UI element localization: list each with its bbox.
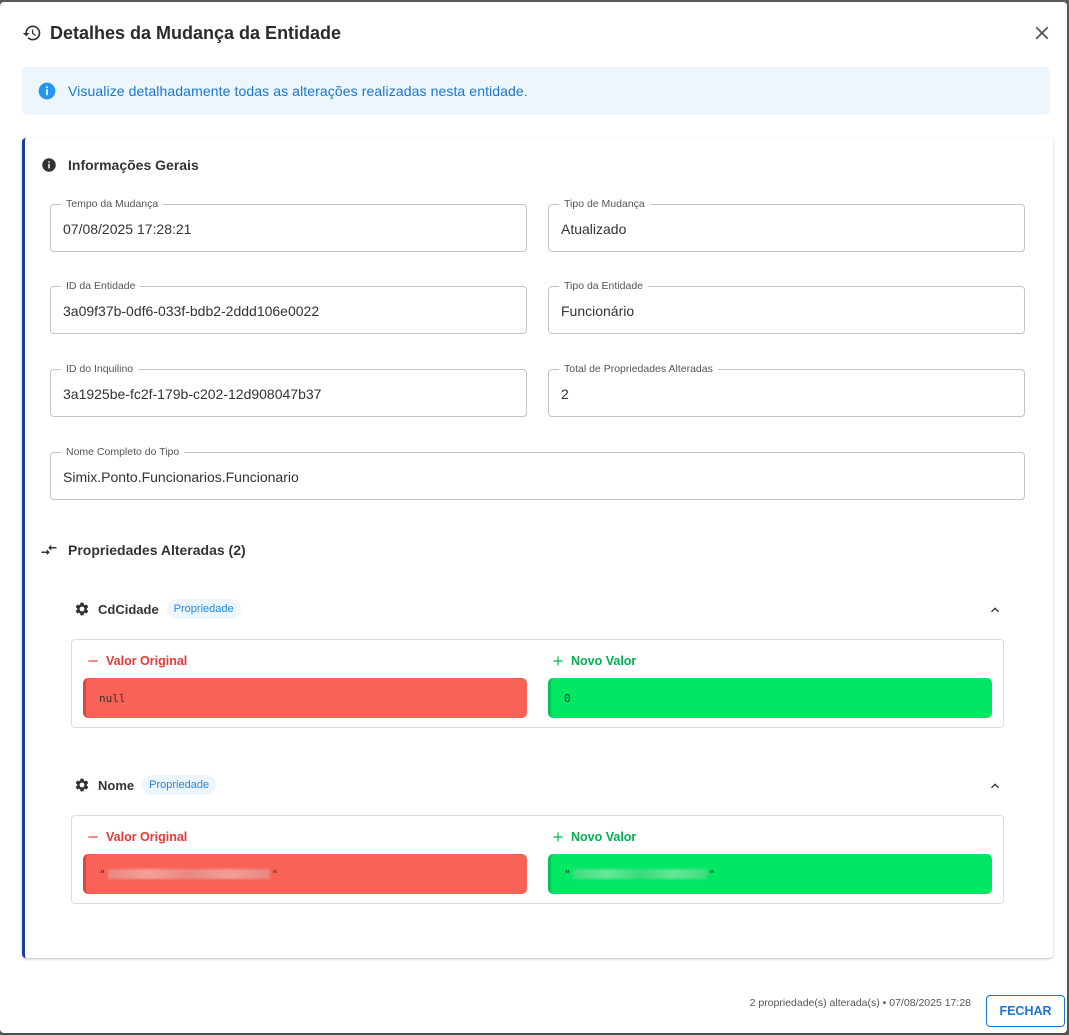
original-value: null xyxy=(99,691,126,705)
entity-type-field[interactable]: Tipo da Entidade Funcionário xyxy=(548,280,1025,334)
diff-panel-cdcidade: Valor Original Novo Valor null 0 xyxy=(71,639,1004,728)
general-info-heading: Informações Gerais xyxy=(40,156,199,174)
change-type-field[interactable]: Tipo de Mudança Atualizado xyxy=(548,198,1025,252)
new-value-label: Novo Valor xyxy=(551,830,636,844)
new-label-text: Novo Valor xyxy=(571,654,637,668)
new-value-box: " " xyxy=(548,854,992,894)
field-value: Atualizado xyxy=(561,221,627,237)
original-value-box: null xyxy=(83,678,527,718)
redacted-value xyxy=(572,869,707,879)
original-value-quote-open: " xyxy=(99,867,106,881)
redacted-value xyxy=(107,869,270,879)
gear-icon xyxy=(75,778,89,792)
field-label: Total de Propriedades Alteradas xyxy=(559,363,718,376)
field-value: 07/08/2025 17:28:21 xyxy=(63,221,192,237)
plus-icon xyxy=(553,832,563,842)
chevron-up-icon[interactable] xyxy=(987,602,1003,618)
info-alert: Visualize detalhadamente todas as altera… xyxy=(22,67,1050,115)
info-icon xyxy=(38,82,56,100)
entity-change-dialog: Detalhes da Mudança da Entidade Visualiz… xyxy=(0,2,1067,1033)
field-label: ID da Entidade xyxy=(61,280,141,293)
property-name: CdCidade xyxy=(98,601,159,617)
plus-icon xyxy=(553,656,563,666)
new-value-quote-open: " xyxy=(564,867,571,881)
new-value-quote-close: " xyxy=(708,867,716,881)
total-changed-field[interactable]: Total de Propriedades Alteradas 2 xyxy=(548,363,1025,417)
entity-id-field[interactable]: ID da Entidade 3a09f37b-0df6-033f-bdb2-2… xyxy=(50,280,527,334)
property-chip: Propriedade xyxy=(142,775,217,795)
original-value-label: Valor Original xyxy=(86,654,187,668)
field-label: Nome Completo do Tipo xyxy=(61,446,185,459)
field-label: ID do Inquilino xyxy=(61,363,139,376)
property-header-nome[interactable]: Nome Propriedade xyxy=(74,775,217,795)
property-chip: Propriedade xyxy=(166,599,241,619)
new-value-label: Novo Valor xyxy=(551,654,636,668)
changed-props-heading: Propriedades Alteradas (2) xyxy=(40,541,246,559)
original-value-label: Valor Original xyxy=(86,830,187,844)
field-label: Tempo da Mudança xyxy=(61,198,164,211)
field-value: Funcionário xyxy=(561,303,635,319)
close-button[interactable]: FECHAR xyxy=(986,995,1065,1027)
original-label-text: Valor Original xyxy=(106,654,188,668)
dialog-header: Detalhes da Mudança da Entidade xyxy=(22,18,1051,48)
gear-icon xyxy=(75,602,89,616)
tenant-id-field[interactable]: ID do Inquilino 3a1925be-fc2f-179b-c202-… xyxy=(50,363,527,417)
general-info-title: Informações Gerais xyxy=(68,157,199,173)
field-value: Simix.Ponto.Funcionarios.Funcionario xyxy=(63,469,299,485)
details-card: Informações Gerais Tempo da Mudança 07/0… xyxy=(22,138,1053,958)
field-value: 3a09f37b-0df6-033f-bdb2-2ddd106e0022 xyxy=(63,303,320,319)
history-icon xyxy=(22,25,41,41)
new-label-text: Novo Valor xyxy=(571,830,637,844)
field-value: 2 xyxy=(561,386,569,402)
original-label-text: Valor Original xyxy=(106,830,188,844)
changed-props-title: Propriedades Alteradas (2) xyxy=(68,542,246,558)
new-value-box: 0 xyxy=(548,678,992,718)
field-label: Tipo de Mudança xyxy=(559,198,650,211)
field-value: 3a1925be-fc2f-179b-c202-12d908047b37 xyxy=(63,386,322,402)
minus-icon xyxy=(88,660,98,662)
field-label: Tipo da Entidade xyxy=(559,280,649,293)
original-value-quote-close: " xyxy=(271,867,279,881)
minus-icon xyxy=(88,836,98,838)
footer-summary: 2 propriedade(s) alterada(s) • 07/08/202… xyxy=(749,997,971,1009)
info-icon xyxy=(42,158,56,172)
close-icon[interactable] xyxy=(1031,22,1053,44)
property-header-cdcidade[interactable]: CdCidade Propriedade xyxy=(74,599,241,619)
chevron-up-icon[interactable] xyxy=(987,778,1003,794)
original-value-box: " " xyxy=(83,854,527,894)
property-name: Nome xyxy=(98,777,135,793)
dialog-title: Detalhes da Mudança da Entidade xyxy=(50,22,342,43)
compare-arrows-icon xyxy=(41,544,57,556)
type-full-name-field[interactable]: Nome Completo do Tipo Simix.Ponto.Funcio… xyxy=(50,446,1025,500)
diff-panel-nome: Valor Original Novo Valor " " " " xyxy=(71,815,1004,904)
change-time-field[interactable]: Tempo da Mudança 07/08/2025 17:28:21 xyxy=(50,198,527,252)
new-value: 0 xyxy=(564,691,571,705)
alert-text: Visualize detalhadamente todas as altera… xyxy=(68,83,528,99)
